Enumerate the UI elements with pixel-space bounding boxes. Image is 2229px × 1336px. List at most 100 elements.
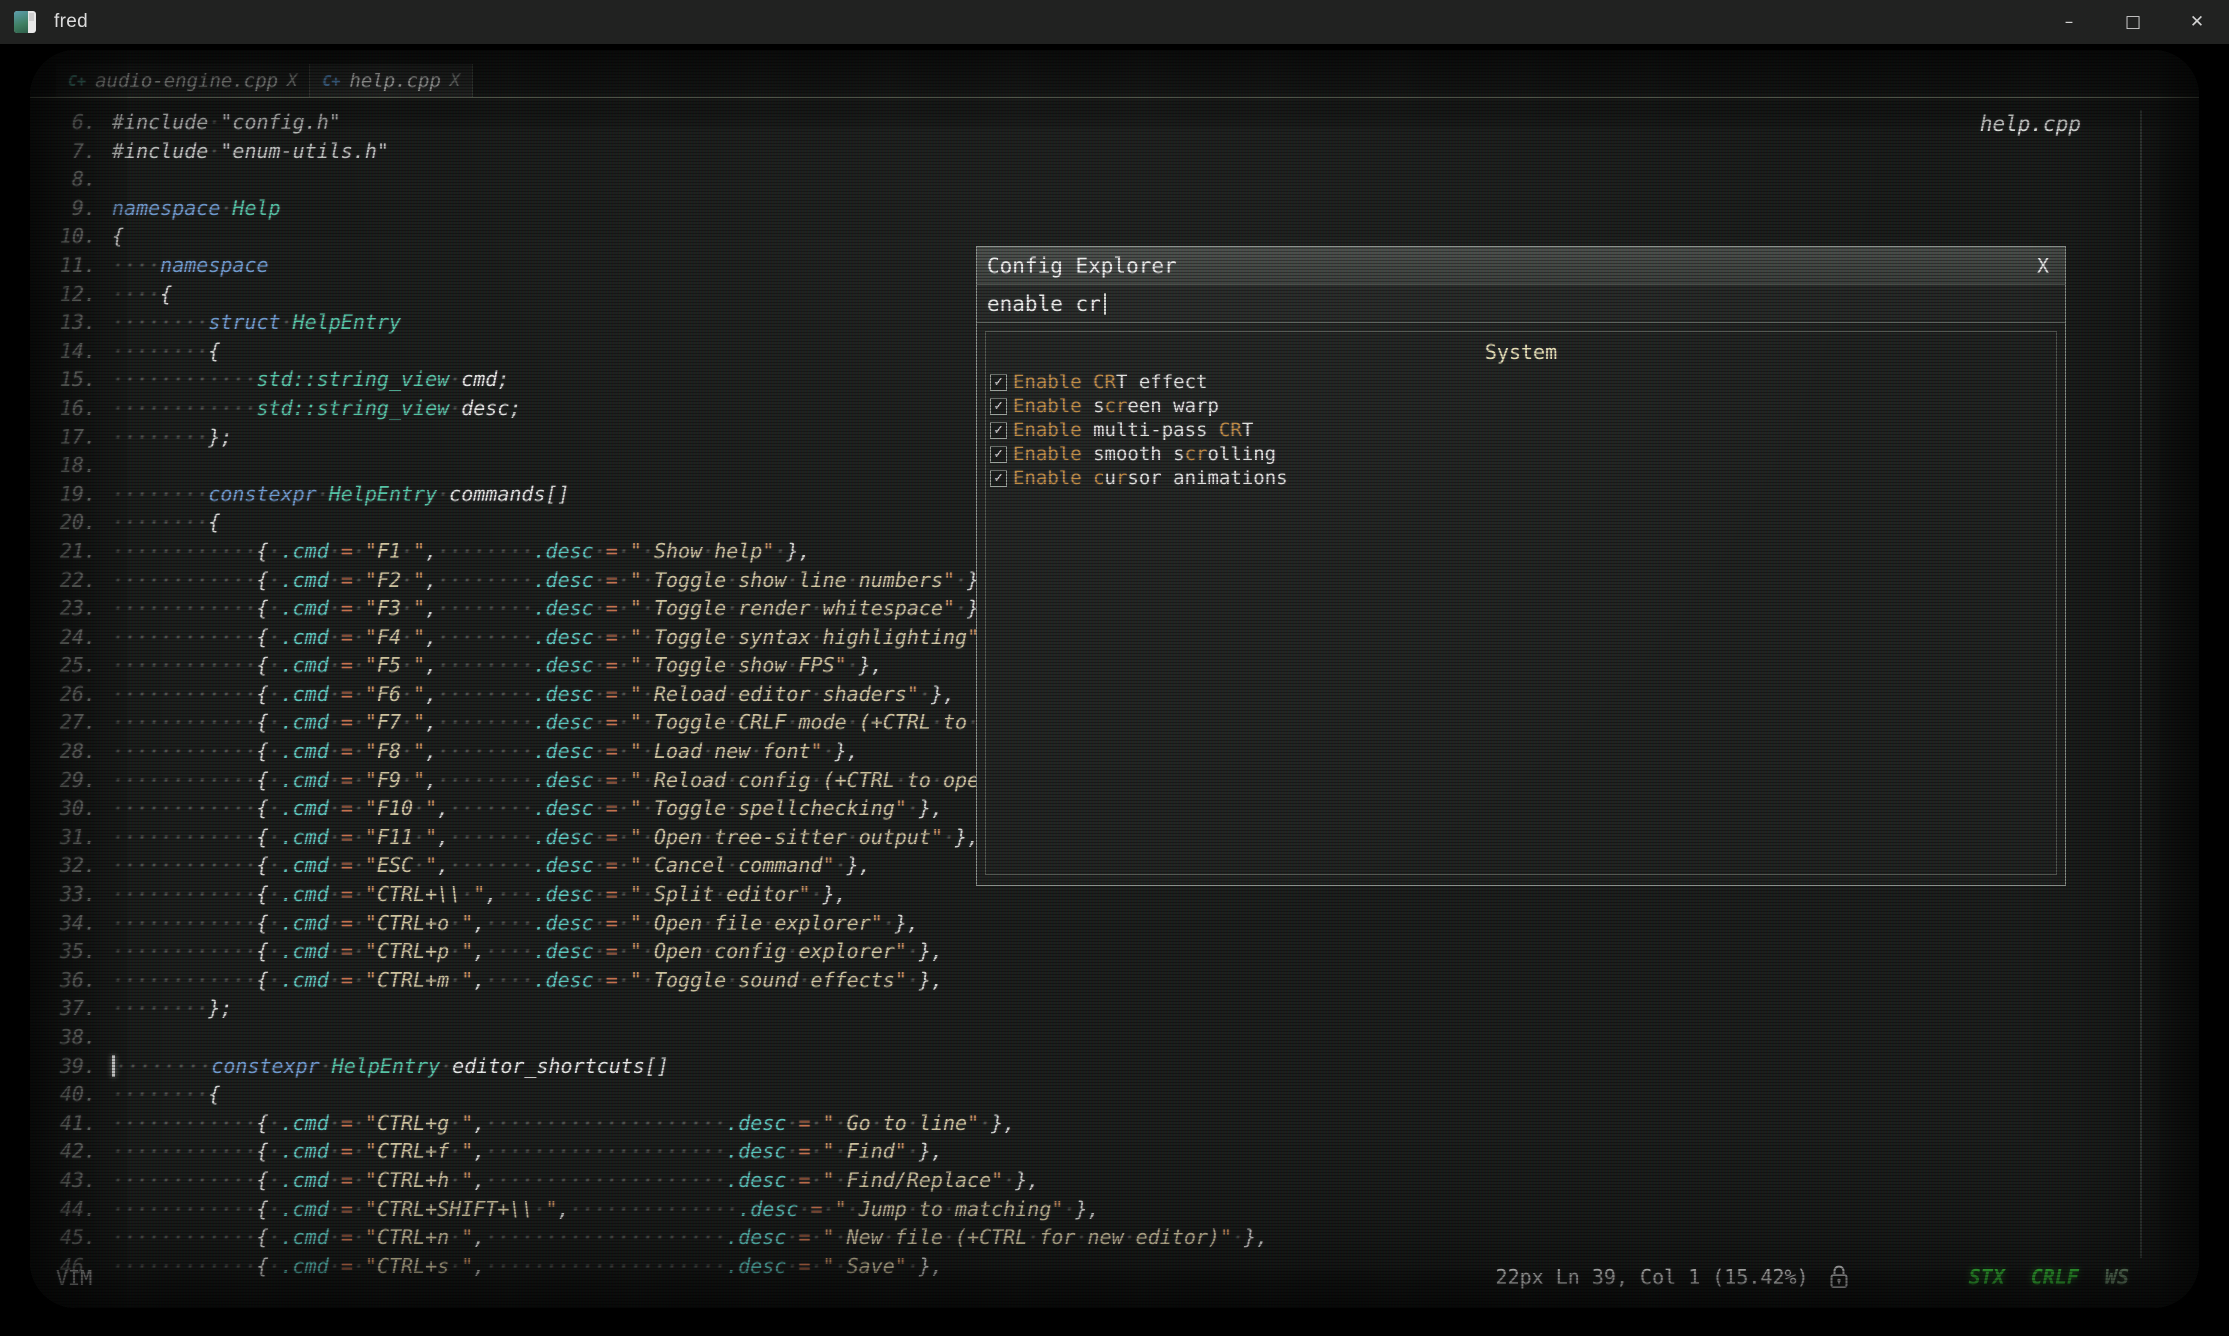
- tab-audio-engine.cpp[interactable]: C+ audio-engine.cpp X: [56, 64, 310, 97]
- checkbox[interactable]: ✓: [990, 422, 1007, 439]
- code-line[interactable]: 41.············{·.cmd·=·"CTRL+g·",······…: [38, 1109, 1268, 1138]
- option-label: Enable screen warp: [1013, 395, 1219, 417]
- option-label: Enable cursor animations: [1013, 467, 1288, 489]
- code-line[interactable]: 34.············{·.cmd·=·"CTRL+o·",····.d…: [38, 909, 1268, 938]
- line-number: 37.: [38, 994, 96, 1023]
- status-bar: VIM 22px Ln 39, Col 1 (15.42%) STXCRLFWS: [30, 1264, 2199, 1294]
- code-line[interactable]: 6.#include·"config.h": [38, 108, 1268, 137]
- config-option-row[interactable]: ✓ Enable smooth scrolling: [986, 442, 2056, 466]
- option-label: Enable CRT effect: [1013, 371, 1207, 393]
- line-number: 11.: [38, 251, 96, 280]
- code-line[interactable]: 43.············{·.cmd·=·"CTRL+h·",······…: [38, 1166, 1268, 1195]
- status-flags: STXCRLFWS: [1969, 1265, 2129, 1289]
- line-number: 12.: [38, 280, 96, 309]
- code-line[interactable]: 39.········constexpr·HelpEntry·editor_sh…: [38, 1052, 1268, 1081]
- tab-label: audio-engine.cpp: [95, 70, 278, 92]
- line-number: 14.: [38, 337, 96, 366]
- maximize-button[interactable]: □: [2101, 0, 2165, 44]
- line-number: 10.: [38, 222, 96, 251]
- line-number: 31.: [38, 823, 96, 852]
- vim-mode-indicator: VIM: [56, 1266, 92, 1290]
- code-line[interactable]: 42.············{·.cmd·=·"CTRL+f·",······…: [38, 1137, 1268, 1166]
- minimize-button[interactable]: –: [2037, 0, 2101, 44]
- tab-close-icon[interactable]: X: [287, 71, 297, 91]
- editor-screen[interactable]: C+audio-engine.cppXC+help.cppX help.cpp …: [30, 50, 2199, 1308]
- text-caret: [1104, 293, 1106, 315]
- code-line[interactable]: 7.#include·"enum-utils.h": [38, 137, 1268, 166]
- line-number: 24.: [38, 623, 96, 652]
- line-number: 18.: [38, 451, 96, 480]
- line-number: 16.: [38, 394, 96, 423]
- filename-badge: help.cpp: [1980, 112, 2081, 136]
- line-number: 9.: [38, 194, 96, 223]
- option-label: Enable multi-pass CRT: [1013, 419, 1253, 441]
- checkbox[interactable]: ✓: [990, 470, 1007, 487]
- tabbar-divider: [30, 97, 2199, 98]
- line-number: 30.: [38, 794, 96, 823]
- line-number: 41.: [38, 1109, 96, 1138]
- checkbox[interactable]: ✓: [990, 374, 1007, 391]
- code-line[interactable]: 35.············{·.cmd·=·"CTRL+p·",····.d…: [38, 937, 1268, 966]
- line-number: 33.: [38, 880, 96, 909]
- cursor-position: 22px Ln 39, Col 1 (15.42%): [1496, 1265, 1809, 1289]
- config-option-row[interactable]: ✓ Enable cursor animations: [986, 466, 2056, 490]
- checkbox[interactable]: ✓: [990, 446, 1007, 463]
- code-line[interactable]: 45.············{·.cmd·=·"CTRL+n·",······…: [38, 1223, 1268, 1252]
- line-number: 13.: [38, 308, 96, 337]
- code-line[interactable]: 37.········};: [38, 994, 1268, 1023]
- app-icon: [14, 11, 36, 33]
- config-option-row[interactable]: ✓ Enable CRT effect: [986, 370, 2056, 394]
- line-number: 22.: [38, 566, 96, 595]
- code-line[interactable]: 9.namespace·Help: [38, 194, 1268, 223]
- close-button[interactable]: ✕: [2165, 0, 2229, 44]
- line-number: 44.: [38, 1195, 96, 1224]
- window-controls: – □ ✕: [2037, 0, 2229, 44]
- config-option-row[interactable]: ✓ Enable multi-pass CRT: [986, 418, 2056, 442]
- section-header: System: [986, 340, 2056, 364]
- line-number: 26.: [38, 680, 96, 709]
- code-line[interactable]: 8.: [38, 165, 1268, 194]
- status-right-group: 22px Ln 39, Col 1 (15.42%) STXCRLFWS: [1496, 1264, 2129, 1290]
- line-number: 40.: [38, 1080, 96, 1109]
- code-line[interactable]: 38.: [38, 1023, 1268, 1052]
- tab-close-icon[interactable]: X: [450, 71, 460, 91]
- code-line[interactable]: 40.········{: [38, 1080, 1268, 1109]
- tab-label: help.cpp: [349, 70, 441, 92]
- titlebar: fred – □ ✕: [0, 0, 2229, 44]
- code-line[interactable]: 36.············{·.cmd·=·"CTRL+m·",····.d…: [38, 966, 1268, 995]
- status-flag-stx: STX: [1969, 1265, 2005, 1289]
- checkbox[interactable]: ✓: [990, 398, 1007, 415]
- line-number: 19.: [38, 480, 96, 509]
- status-flag-ws: WS: [2105, 1265, 2129, 1289]
- window-title: fred: [54, 11, 88, 33]
- line-number: 21.: [38, 537, 96, 566]
- line-number: 39.: [38, 1052, 96, 1081]
- dialog-close-button[interactable]: X: [2037, 254, 2049, 278]
- line-number: 29.: [38, 766, 96, 795]
- lock-icon: [1829, 1264, 1849, 1290]
- search-query: enable cr: [987, 292, 1101, 316]
- cpp-file-icon: C+: [68, 72, 86, 90]
- line-number: 32.: [38, 851, 96, 880]
- tab-help.cpp[interactable]: C+ help.cpp X: [310, 64, 473, 97]
- option-label: Enable smooth scrolling: [1013, 443, 1276, 465]
- line-number: 20.: [38, 508, 96, 537]
- search-input[interactable]: enable cr: [977, 285, 2065, 323]
- line-number: 23.: [38, 594, 96, 623]
- config-option-row[interactable]: ✓ Enable screen warp: [986, 394, 2056, 418]
- crt-frame: C+audio-engine.cppXC+help.cppX help.cpp …: [0, 44, 2229, 1336]
- screen-edge-reflection: [2140, 110, 2142, 1258]
- dialog-body: System ✓ Enable CRT effect ✓ Enable screen …: [985, 331, 2057, 875]
- code-line[interactable]: 44.············{·.cmd·=·"CTRL+SHIFT+\\·"…: [38, 1195, 1268, 1224]
- line-number: 42.: [38, 1137, 96, 1166]
- dialog-header[interactable]: Config Explorer X: [977, 247, 2065, 285]
- line-number: 17.: [38, 423, 96, 452]
- line-number: 35.: [38, 937, 96, 966]
- line-number: 28.: [38, 737, 96, 766]
- line-number: 15.: [38, 365, 96, 394]
- cpp-file-icon: C+: [322, 72, 340, 90]
- line-number: 36.: [38, 966, 96, 995]
- line-number: 25.: [38, 651, 96, 680]
- line-number: 38.: [38, 1023, 96, 1052]
- line-number: 43.: [38, 1166, 96, 1195]
